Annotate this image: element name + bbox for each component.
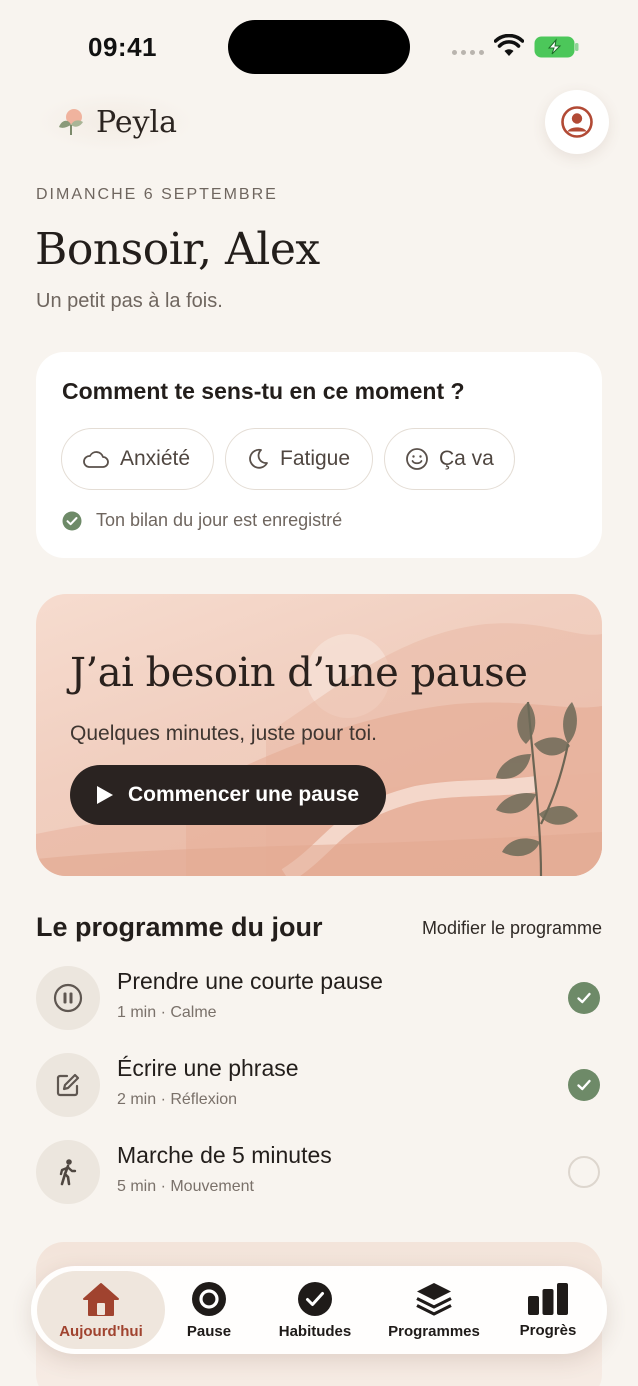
task-name: Prendre une courte pause — [117, 968, 383, 994]
task-done-checkbox[interactable] — [568, 982, 600, 1014]
wifi-icon — [494, 34, 524, 56]
pause-icon — [53, 983, 83, 1013]
task-icon-wrapper — [36, 966, 100, 1030]
mood-option-ca-va[interactable]: Ça va — [384, 428, 515, 490]
mood-check-card: Comment te sens-tu en ce moment ? Anxiét… — [36, 352, 602, 558]
tab-label: Aujourd'hui — [59, 1322, 143, 1340]
pause-hero-title: J’ai besoin d’une pause — [70, 650, 528, 696]
task-done-checkbox[interactable] — [568, 1069, 600, 1101]
start-pause-button[interactable]: Commencer une pause — [70, 765, 386, 825]
status-bar: 09:41 — [0, 0, 638, 90]
mood-saved-text: Ton bilan du jour est enregistré — [96, 510, 343, 530]
edit-program-link[interactable]: Modifier le programme — [422, 918, 602, 939]
mood-option-label: Anxiété — [120, 447, 191, 470]
tab-label: Pause — [186, 1322, 232, 1340]
smile-icon — [406, 448, 428, 470]
tab-progres[interactable]: Progrès — [509, 1266, 587, 1354]
task-icon-wrapper — [36, 1140, 100, 1204]
program-title: Le programme du jour — [36, 912, 323, 942]
date-label: DIMANCHE 6 SEPTEMBRE — [36, 186, 278, 203]
tab-label: Progrès — [519, 1321, 577, 1339]
task-name: Écrire une phrase — [117, 1055, 299, 1081]
status-time: 09:41 — [88, 32, 157, 62]
task-item[interactable]: Marche de 5 minutes 5 min · Mouvement — [36, 1140, 602, 1206]
task-todo-checkbox[interactable] — [568, 1156, 600, 1188]
tab-pause[interactable]: Pause — [169, 1266, 249, 1354]
tab-habitudes[interactable]: Habitudes — [267, 1266, 363, 1354]
task-meta: 2 min · Réflexion — [117, 1091, 238, 1108]
tab-label: Habitudes — [278, 1322, 352, 1340]
brand-logo: Peyla — [40, 94, 190, 150]
task-meta: 5 min · Mouvement — [117, 1178, 254, 1195]
edit-icon — [56, 1073, 80, 1097]
check-icon — [577, 992, 591, 1004]
cloud-icon — [83, 451, 109, 468]
check-icon — [577, 1079, 591, 1091]
profile-button[interactable] — [545, 90, 609, 154]
layers-icon — [416, 1282, 452, 1316]
circle-icon — [192, 1281, 226, 1316]
play-icon — [97, 786, 113, 804]
brand-name: Peyla — [96, 104, 178, 140]
task-item[interactable]: Écrire une phrase 2 min · Réflexion — [36, 1053, 602, 1119]
bottom-tab-bar: Aujourd'hui Pause Habitudes Programmes P… — [31, 1266, 607, 1354]
mood-option-anxiete[interactable]: Anxiété — [61, 428, 214, 490]
pause-hero-subtitle: Quelques minutes, juste pour toi. — [70, 722, 378, 745]
mood-option-fatigue[interactable]: Fatigue — [225, 428, 373, 490]
battery-icon — [534, 36, 579, 58]
moon-icon — [249, 448, 268, 469]
task-item[interactable]: Prendre une courte pause 1 min · Calme — [36, 966, 602, 1032]
greeting-title: Bonsoir, Alex — [35, 224, 320, 275]
tab-aujourdhui[interactable]: Aujourd'hui — [37, 1271, 165, 1349]
signal-icon — [452, 50, 484, 55]
mood-question: Comment te sens-tu en ce moment ? — [62, 378, 465, 404]
mood-option-label: Ça va — [439, 447, 494, 470]
start-pause-label: Commencer une pause — [128, 783, 360, 806]
home-icon — [83, 1282, 119, 1316]
task-name: Marche de 5 minutes — [117, 1142, 332, 1168]
check-circle-icon — [298, 1281, 332, 1316]
greeting-subtitle: Un petit pas à la fois. — [36, 290, 223, 312]
pause-hero-card[interactable]: J’ai besoin d’une pause Quelques minutes… — [36, 594, 602, 876]
mood-option-label: Fatigue — [280, 447, 351, 470]
mood-saved-status: Ton bilan du jour est enregistré — [62, 510, 342, 531]
dynamic-island — [228, 20, 410, 74]
walk-icon — [59, 1159, 77, 1186]
bar-chart-icon — [528, 1282, 568, 1315]
user-icon — [561, 106, 593, 138]
task-icon-wrapper — [36, 1053, 100, 1117]
tab-label: Programmes — [388, 1322, 480, 1340]
task-meta: 1 min · Calme — [117, 1004, 217, 1021]
tab-programmes[interactable]: Programmes — [381, 1266, 487, 1354]
leaf-logo-icon — [59, 109, 83, 135]
check-circle-icon — [62, 511, 82, 530]
